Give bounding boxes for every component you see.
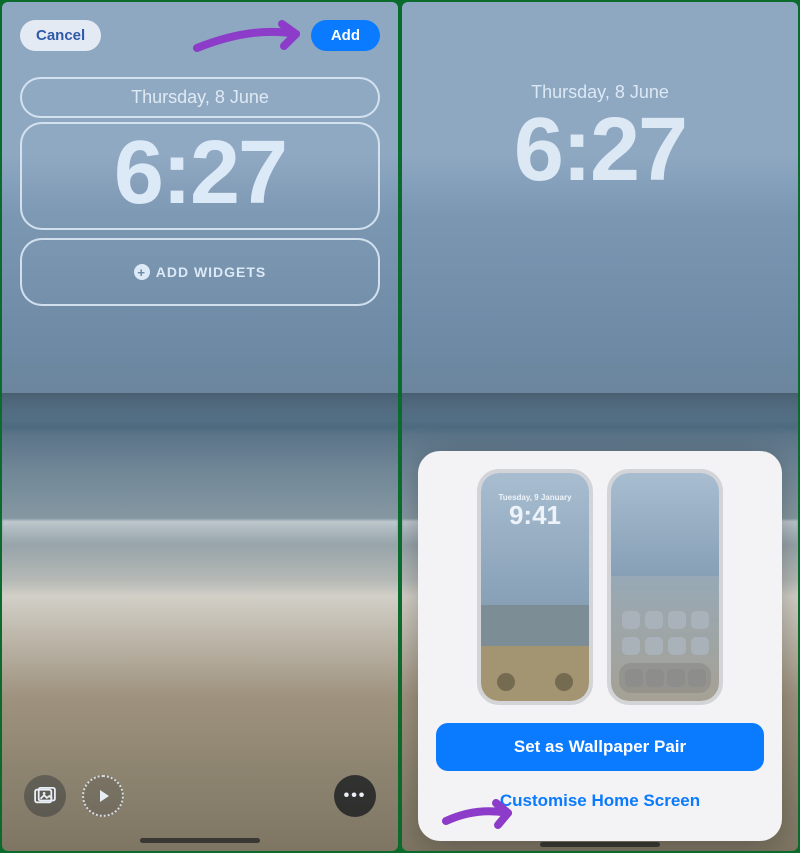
plus-icon: + — [134, 264, 150, 280]
add-widgets-button[interactable]: + ADD WIDGETS — [20, 238, 380, 306]
play-icon — [100, 790, 109, 802]
lockscreen-editor: Cancel Add Thursday, 8 June 6:27 + ADD W… — [2, 2, 398, 851]
wallpaper-pair-sheet: Tuesday, 9 January 9:41 — [418, 451, 782, 841]
home-indicator — [140, 838, 260, 843]
time-text: 6:27 — [402, 105, 798, 195]
lockscreen-pair-prompt: Thursday, 8 June 6:27 Tuesday, 9 January… — [402, 2, 798, 851]
customise-home-screen-button[interactable]: Customise Home Screen — [436, 781, 764, 821]
photos-button[interactable] — [24, 775, 66, 817]
more-button[interactable]: ••• — [334, 775, 376, 817]
time-text: 6:27 — [28, 128, 372, 218]
home-indicator — [540, 842, 660, 847]
ellipsis-icon: ••• — [344, 788, 367, 804]
date-widget[interactable]: Thursday, 8 June — [20, 77, 380, 118]
time-widget[interactable]: 6:27 — [20, 122, 380, 230]
live-photo-button[interactable] — [82, 775, 124, 817]
add-button[interactable]: Add — [311, 20, 380, 51]
gallery-icon — [34, 787, 56, 805]
homescreen-preview — [607, 469, 723, 705]
cancel-button[interactable]: Cancel — [20, 20, 101, 51]
lockscreen-preview: Tuesday, 9 January 9:41 — [477, 469, 593, 705]
preview-time: 9:41 — [481, 502, 589, 528]
add-widgets-label: ADD WIDGETS — [156, 264, 267, 280]
set-wallpaper-pair-button[interactable]: Set as Wallpaper Pair — [436, 723, 764, 771]
